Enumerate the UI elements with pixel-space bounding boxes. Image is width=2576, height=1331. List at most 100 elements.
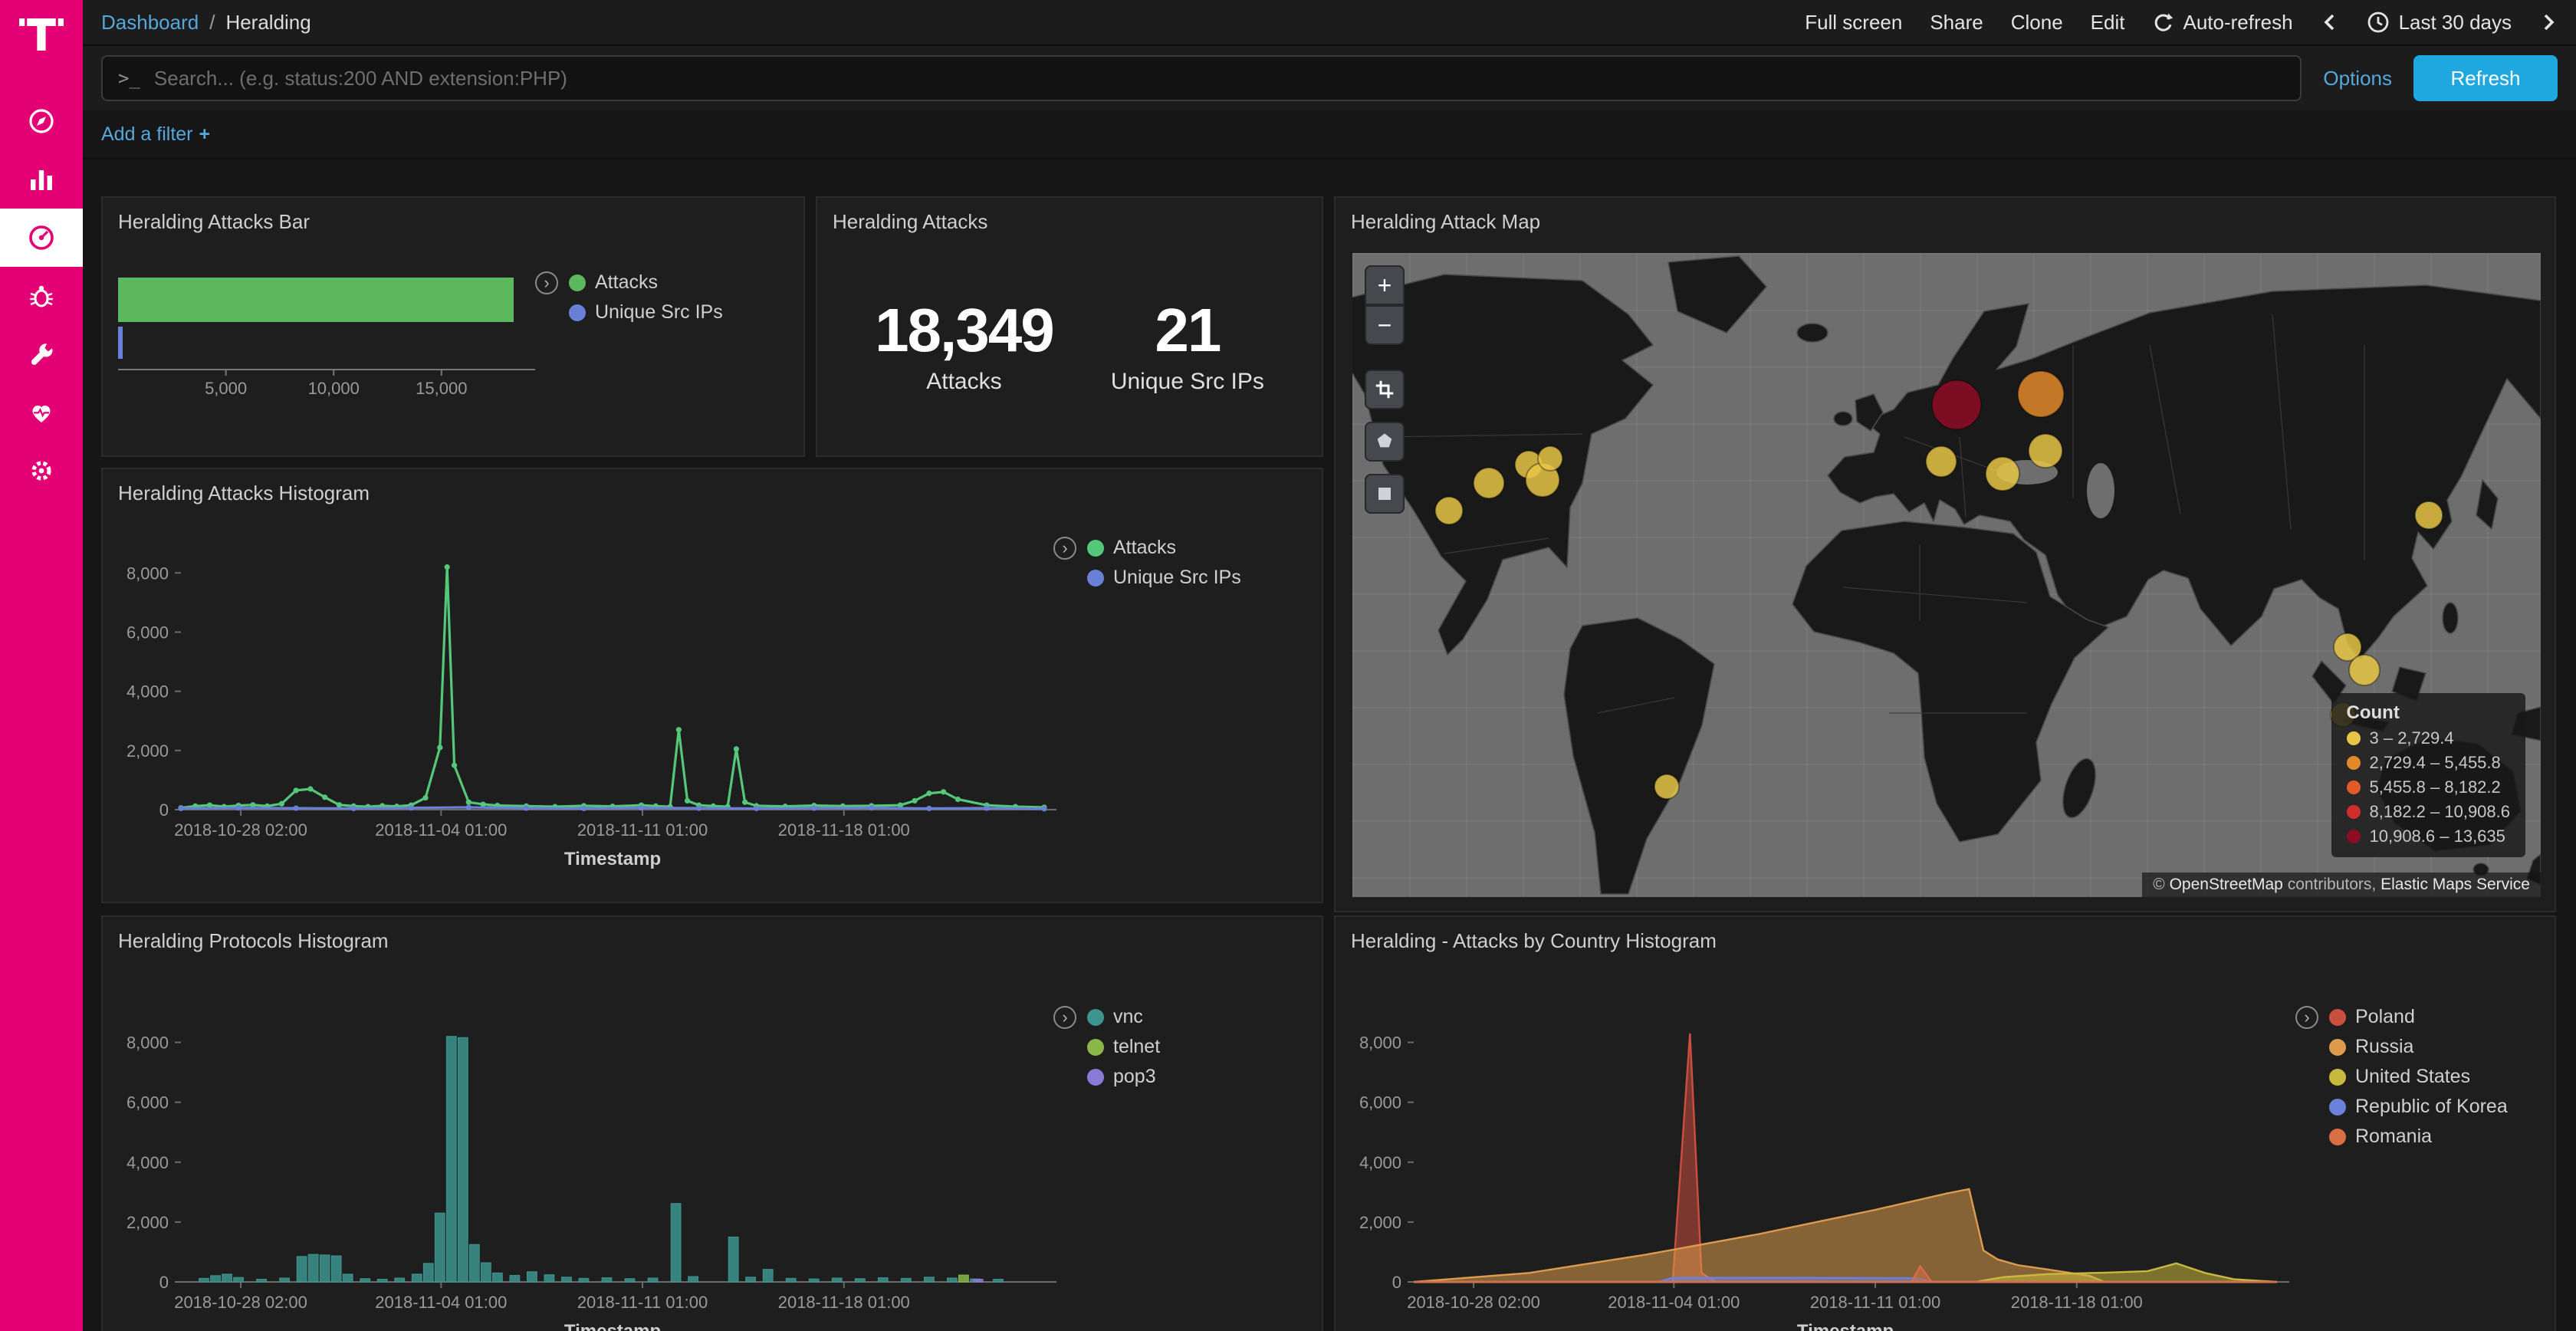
gear-icon xyxy=(26,455,57,486)
panel-attack-map: Heralding Attack Map xyxy=(1334,196,2556,912)
wrench-icon xyxy=(26,339,57,370)
panel-attacks-histogram: Heralding Attacks Histogram 02,0004,0006… xyxy=(101,468,1323,903)
map-marker[interactable] xyxy=(1474,468,1504,498)
legend-item-unique-src-ips[interactable]: Unique Src IPs xyxy=(1087,567,1241,589)
map-legend-row: 5,455.8 – 8,182.2 xyxy=(2347,777,2511,797)
svg-text:2,000: 2,000 xyxy=(1359,1213,1401,1232)
legend-item-romania[interactable]: Romania xyxy=(2329,1126,2508,1148)
rectangle-tool-button[interactable] xyxy=(1365,474,1405,514)
philippines xyxy=(2443,603,2458,633)
legend-item-united-states[interactable]: United States xyxy=(2329,1066,2508,1088)
legend-item-russia[interactable]: Russia xyxy=(2329,1036,2508,1058)
sidebar-item-discover[interactable] xyxy=(0,92,83,150)
kibana-dashboard-app: Dashboard / Heralding Full screen Share … xyxy=(0,0,2576,1331)
sidebar-item-management[interactable] xyxy=(0,442,83,500)
full-screen-button[interactable]: Full screen xyxy=(1805,11,1902,35)
panel-country-histogram: Heralding - Attacks by Country Histogram… xyxy=(1334,915,2556,1331)
svg-text:2018-11-18 01:00: 2018-11-18 01:00 xyxy=(2011,1293,2143,1312)
svg-text:2018-10-28 02:00: 2018-10-28 02:00 xyxy=(174,1293,307,1312)
svg-text:6,000: 6,000 xyxy=(127,1093,169,1112)
svg-text:2,000: 2,000 xyxy=(127,741,169,761)
sidebar-item-dashboard[interactable] xyxy=(0,209,83,267)
search-box[interactable]: >_ xyxy=(101,55,2302,101)
map-marker[interactable] xyxy=(2349,655,2380,685)
legend-expand-icon[interactable]: › xyxy=(535,271,558,294)
map-marker[interactable] xyxy=(1932,380,1981,429)
map-marker[interactable] xyxy=(1538,446,1562,471)
polygon-tool-button[interactable] xyxy=(1365,422,1405,462)
svg-text:2018-11-04 01:00: 2018-11-04 01:00 xyxy=(375,1293,507,1312)
sidebar-item-visualize[interactable] xyxy=(0,150,83,209)
legend-dot xyxy=(2347,756,2361,770)
map-legend-title: Count xyxy=(2347,702,2511,724)
svg-text:4,000: 4,000 xyxy=(127,1153,169,1172)
map-marker[interactable] xyxy=(2415,501,2443,529)
zoom-in-button[interactable]: + xyxy=(1365,265,1405,305)
map-viewport[interactable]: + − Count 3 – 2,729.4 2,729.4 – 5,455 xyxy=(1352,253,2541,897)
time-forward-button[interactable] xyxy=(2539,12,2558,33)
legend-item-unique-src-ips[interactable]: Unique Src IPs xyxy=(569,301,723,324)
legend-item-vnc[interactable]: vnc xyxy=(1087,1006,1160,1028)
metric-unique-src-ips: 21 Unique Src IPs xyxy=(1111,295,1264,395)
time-back-button[interactable] xyxy=(2321,12,2339,33)
panel-attacks-bar: Heralding Attacks Bar 5,00010,00015,000 … xyxy=(101,196,805,457)
attacks-histogram-legend: › Attacks Unique Src IPs xyxy=(1053,537,1241,589)
compass-icon xyxy=(26,106,57,136)
legend-dot xyxy=(1087,1039,1104,1056)
map-marker[interactable] xyxy=(1654,774,1679,799)
ireland xyxy=(1834,412,1852,426)
caspian-sea xyxy=(2087,463,2114,518)
metric-value: 18,349 xyxy=(875,295,1053,366)
time-range-picker[interactable]: Last 30 days xyxy=(2367,11,2512,35)
legend-item-attacks[interactable]: Attacks xyxy=(1087,537,1241,559)
legend-item-republic-of-korea[interactable]: Republic of Korea xyxy=(2329,1096,2508,1118)
search-input[interactable] xyxy=(154,67,2285,90)
svg-text:2018-11-18 01:00: 2018-11-18 01:00 xyxy=(778,1293,910,1312)
legend-expand-icon[interactable]: › xyxy=(2295,1006,2318,1029)
map-marker[interactable] xyxy=(2029,434,2062,468)
svg-text:8,000: 8,000 xyxy=(127,1034,169,1053)
legend-dot xyxy=(2329,1039,2346,1056)
crop-filter-button[interactable] xyxy=(1365,370,1405,409)
panel-title: Heralding Attacks Bar xyxy=(103,198,803,246)
query-options-link[interactable]: Options xyxy=(2323,67,2392,90)
legend-item-poland[interactable]: Poland xyxy=(2329,1006,2508,1028)
refresh-button[interactable]: Refresh xyxy=(2413,55,2558,101)
svg-text:5,000: 5,000 xyxy=(205,379,247,398)
legend-item-telnet[interactable]: telnet xyxy=(1087,1036,1160,1058)
sidebar-item-monitoring[interactable] xyxy=(0,383,83,442)
map-marker[interactable] xyxy=(1926,446,1957,477)
query-bar: >_ Options Refresh xyxy=(83,46,2576,110)
telekom-logo xyxy=(18,12,64,61)
elastic-maps-link[interactable]: Elastic Maps Service xyxy=(2380,876,2530,893)
share-button[interactable]: Share xyxy=(1930,11,1983,35)
clone-button[interactable]: Clone xyxy=(2011,11,2063,35)
svg-text:2018-10-28 02:00: 2018-10-28 02:00 xyxy=(1407,1293,1540,1312)
legend-item-attacks[interactable]: Attacks xyxy=(569,271,723,294)
breadcrumb-current: Heralding xyxy=(225,11,310,35)
topnav-actions: Full screen Share Clone Edit Auto-refres… xyxy=(1805,11,2558,35)
plus-icon: + xyxy=(199,123,211,145)
metric-label: Attacks xyxy=(875,369,1053,395)
legend-expand-icon[interactable]: › xyxy=(1053,537,1076,560)
breadcrumb-dashboard-link[interactable]: Dashboard xyxy=(101,11,199,35)
greenland xyxy=(1668,256,1766,333)
map-marker[interactable] xyxy=(1986,457,2019,491)
sidebar-item-dev-tools[interactable] xyxy=(0,325,83,383)
openstreetmap-link[interactable]: OpenStreetMap xyxy=(2170,876,2283,893)
svg-text:8,000: 8,000 xyxy=(127,564,169,583)
map-legend: Count 3 – 2,729.4 2,729.4 – 5,455.8 5,45… xyxy=(2331,693,2526,857)
zoom-out-button[interactable]: − xyxy=(1365,305,1405,345)
edit-button[interactable]: Edit xyxy=(2091,11,2125,35)
country-legend: › Poland Russia United States Republic o… xyxy=(2295,1006,2508,1148)
map-marker[interactable] xyxy=(1435,497,1463,524)
legend-item-pop3[interactable]: pop3 xyxy=(1087,1066,1160,1088)
map-marker[interactable] xyxy=(2018,371,2064,417)
legend-expand-icon[interactable]: › xyxy=(1053,1006,1076,1029)
attacks-histogram-chart[interactable]: 02,0004,0006,0008,0002018-10-28 02:00201… xyxy=(103,469,1322,902)
protocols-histogram-chart[interactable]: 02,0004,0006,0008,0002018-10-28 02:00201… xyxy=(103,917,1322,1331)
auto-refresh-button[interactable]: Auto-refresh xyxy=(2152,11,2292,35)
sidebar-item-honeypot[interactable] xyxy=(0,267,83,325)
legend-dot xyxy=(2347,781,2361,794)
add-filter-link[interactable]: Add a filter+ xyxy=(101,123,210,146)
